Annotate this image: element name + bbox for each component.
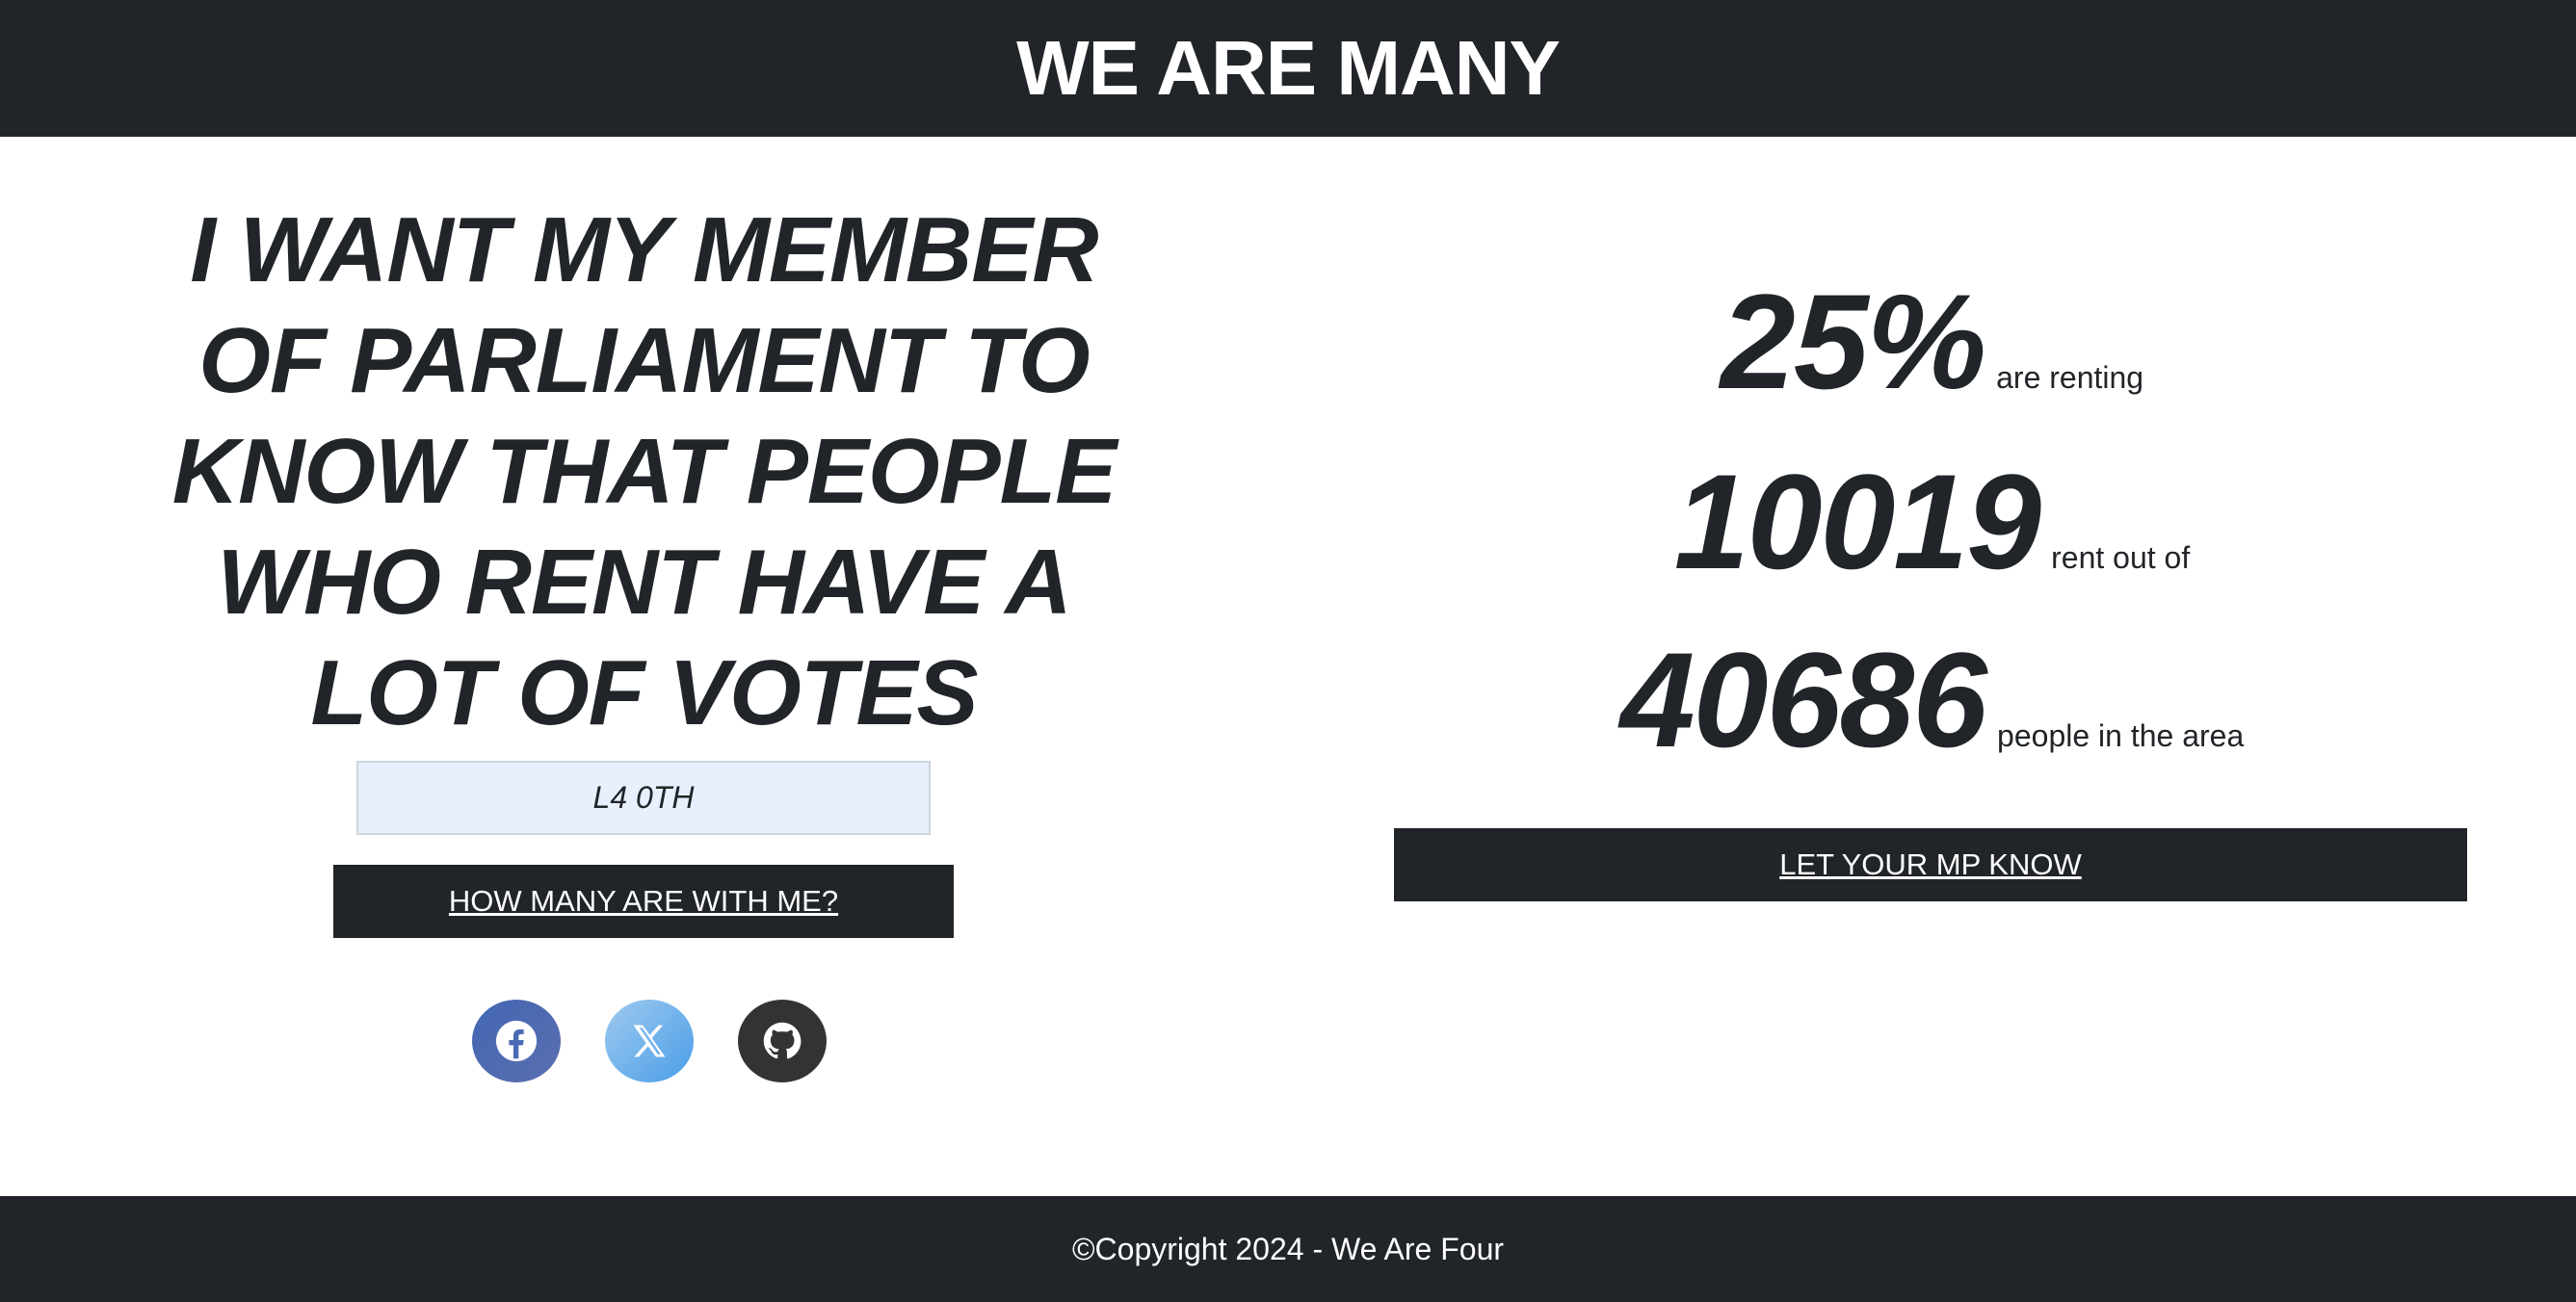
let-mp-know-button[interactable]: LET YOUR MP KNOW bbox=[1394, 828, 2467, 901]
facebook-icon bbox=[495, 1020, 538, 1062]
stats-section: 25% are renting 10019 rent out of 40686 … bbox=[1288, 137, 2576, 1196]
site-footer: ©Copyright 2024 - We Are Four bbox=[0, 1196, 2576, 1302]
site-header: WE ARE MANY bbox=[0, 0, 2576, 137]
page: WE ARE MANY I WANT MY MEMBER OF PARLIAME… bbox=[0, 0, 2576, 1302]
postcode-input[interactable] bbox=[356, 761, 931, 835]
site-title: WE ARE MANY bbox=[1016, 25, 1561, 111]
facebook-link[interactable] bbox=[472, 1000, 561, 1082]
stat-total-people: 40686 people in the area bbox=[1288, 633, 2576, 768]
github-link[interactable] bbox=[738, 1000, 827, 1082]
github-icon bbox=[763, 1022, 802, 1059]
stat-renters-label: rent out of bbox=[2051, 540, 2191, 575]
stat-renting-percent: 25% are renting bbox=[1288, 274, 2576, 409]
how-many-button[interactable]: HOW MANY ARE WITH ME? bbox=[333, 865, 954, 938]
copyright-text: ©Copyright 2024 - We Are Four bbox=[1071, 1231, 1505, 1266]
stat-percent-label: are renting bbox=[1996, 360, 2144, 395]
social-links bbox=[472, 1000, 827, 1082]
x-twitter-icon bbox=[633, 1025, 666, 1057]
stat-renters-value: 10019 bbox=[1673, 446, 2041, 597]
stat-percent-value: 25% bbox=[1720, 266, 1986, 417]
x-twitter-link[interactable] bbox=[605, 1000, 694, 1082]
stat-total-label: people in the area bbox=[1997, 718, 2245, 753]
hero-headline: I WANT MY MEMBER OF PARLIAMENT TO KNOW T… bbox=[171, 198, 1117, 744]
stat-total-value: 40686 bbox=[1619, 624, 1987, 775]
hero-section: I WANT MY MEMBER OF PARLIAMENT TO KNOW T… bbox=[0, 137, 1288, 1196]
stat-renters-count: 10019 rent out of bbox=[1288, 455, 2576, 589]
